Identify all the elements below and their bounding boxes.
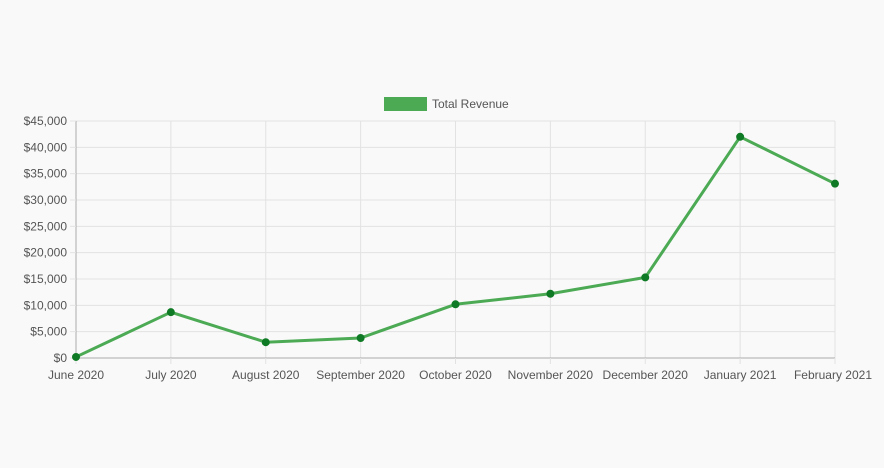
data-point[interactable] — [641, 273, 650, 282]
data-point[interactable] — [356, 333, 365, 342]
y-tick-label: $40,000 — [24, 140, 68, 154]
data-point[interactable] — [451, 300, 460, 309]
y-axis-ticks: $0 $5,000 $10,000 $15,000 $20,000 $25,000 $30,… — [24, 114, 76, 365]
legend[interactable]: Total Revenue — [384, 97, 509, 111]
x-tick-label: December 2020 — [603, 368, 689, 382]
y-tick-label: $5,000 — [30, 325, 67, 339]
data-point[interactable] — [72, 352, 80, 361]
y-tick-label: $25,000 — [24, 219, 68, 233]
x-axis-ticks: June 2020 July 2020 August 2020 September 2… — [48, 358, 872, 382]
x-tick-label: August 2020 — [232, 368, 300, 382]
legend-swatch[interactable] — [384, 97, 427, 111]
grid — [76, 120, 836, 358]
x-tick-label: June 2020 — [48, 368, 104, 382]
y-tick-label: $10,000 — [24, 298, 68, 312]
y-tick-label: $45,000 — [24, 114, 68, 128]
x-tick-label: January 2021 — [704, 368, 777, 382]
x-tick-label: September 2020 — [316, 368, 405, 382]
data-point[interactable] — [736, 132, 745, 141]
data-point[interactable] — [831, 179, 839, 188]
x-tick-label: February 2021 — [794, 368, 872, 382]
legend-label[interactable]: Total Revenue — [432, 97, 509, 111]
y-tick-label: $0 — [54, 351, 68, 365]
x-tick-label: October 2020 — [419, 368, 492, 382]
data-point[interactable] — [166, 308, 175, 317]
y-tick-label: $35,000 — [24, 167, 68, 181]
data-point[interactable] — [546, 289, 555, 298]
data-point[interactable] — [261, 338, 270, 347]
x-tick-label: July 2020 — [145, 368, 197, 382]
x-tick-label: November 2020 — [508, 368, 594, 382]
y-tick-label: $20,000 — [24, 246, 68, 260]
chart-container: $0 $5,000 $10,000 $15,000 $20,000 $25,000 $30,… — [0, 0, 884, 463]
y-tick-label: $30,000 — [24, 193, 68, 207]
line-chart: $0 $5,000 $10,000 $15,000 $20,000 $25,000 $30,… — [24, 97, 872, 382]
y-tick-label: $15,000 — [24, 272, 68, 286]
